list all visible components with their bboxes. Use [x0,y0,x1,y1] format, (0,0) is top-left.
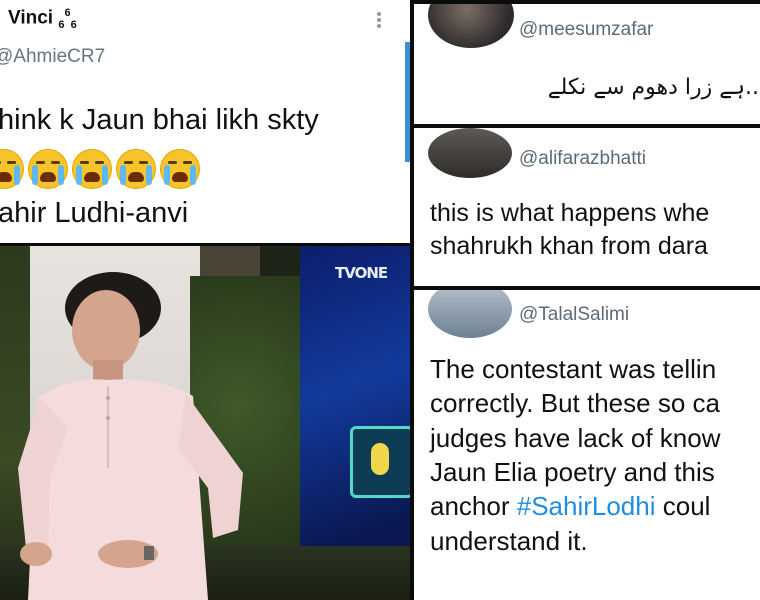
more-options-icon[interactable] [374,10,384,30]
score-badge [350,426,410,498]
tweet-text-line: The contestant was tellin [430,354,717,384]
hashtag-link[interactable]: #SahirLodhi [517,491,656,521]
user-handle[interactable]: @AhmieCR7 [0,46,105,68]
name-suffix: 6 [58,19,65,32]
user-handle[interactable]: @meesumzafar [519,19,653,41]
loudly-crying-face-icon [28,149,68,189]
tweet-card-meesumzafar[interactable]: @meesumzafar ...ہے زرا دھوم سے نکلے [414,4,760,124]
avatar[interactable] [428,290,512,338]
loudly-crying-face-icon [160,149,200,189]
scroll-indicator [405,42,410,162]
tweet-text-line: correctly. But these so ca [430,388,720,419]
video-frame[interactable]: TVONE [0,246,410,600]
name-suffix-2: 6 [70,19,77,32]
tweet-body: this is what happens whe shahrukh khan f… [430,197,709,264]
loudly-crying-face-icon [72,149,112,189]
crying-emoji-row [0,149,200,189]
tweet-card-talalsalimi[interactable]: @TalalSalimi The contestant was tellin c… [414,290,760,600]
tweet-text-line: ...ہے زرا دھوم سے نکلے [547,75,760,100]
host-figure [18,272,243,600]
tweet-body: The contestant was tellin correctly. But… [430,352,721,558]
display-name[interactable]: Vinci 666 [8,7,77,31]
loudly-crying-face-icon [116,149,156,189]
avatar[interactable] [428,128,512,178]
name-suffix-sup: 6 [64,7,71,19]
tweet-card-ahmie[interactable]: Vinci 666 @AhmieCR7 hink k Jaun bhai lik… [0,0,410,243]
tweet-card-alifarazbhatti[interactable]: @alifarazbhatti this is what happens whe… [414,128,760,286]
tweet-text-line: shahrukh khan from dara [430,232,708,261]
tweet-text-line: judges have lack of know [430,422,721,453]
user-handle[interactable]: @TalalSalimi [519,304,629,326]
tweet-text-line: this is what happens whe [430,199,710,227]
avatar[interactable] [428,4,514,48]
loudly-crying-face-icon [0,149,24,189]
tweet-text-line: anchor #SahirLodhi coul [430,491,711,522]
user-handle[interactable]: @alifarazbhatti [519,148,646,170]
channel-logo: TVONE [335,264,388,282]
tweet-text-line: ahir Ludhi-anvi [0,197,189,229]
tweet-text-line: hink k Jaun bhai likh skty [0,104,319,136]
tweet-text-line: Jaun Elia poetry and this [430,456,715,487]
tweet-text-line: understand it. [430,525,588,556]
